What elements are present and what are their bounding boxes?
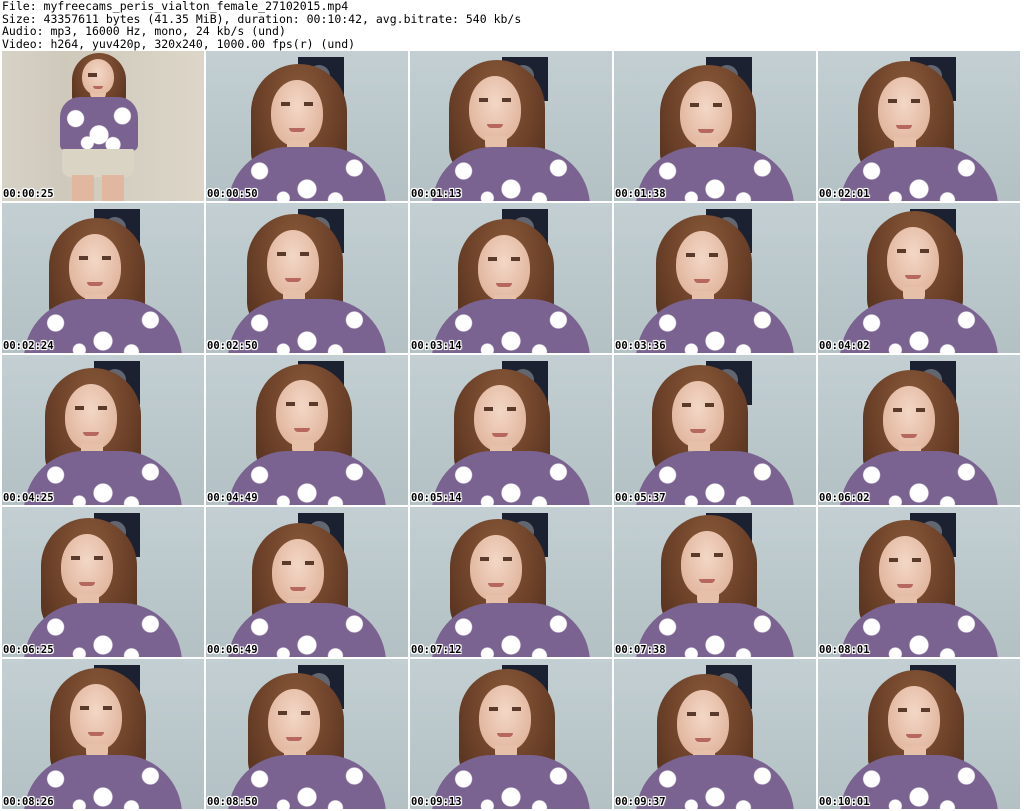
video-thumbnail: 00:07:12 <box>410 507 612 657</box>
frame-image <box>2 51 204 201</box>
frame-image <box>410 51 612 201</box>
frame-image <box>206 203 408 353</box>
timestamp-label: 00:00:25 <box>3 188 54 200</box>
timestamp-label: 00:01:38 <box>615 188 666 200</box>
timestamp-label: 00:06:49 <box>207 644 258 656</box>
video-thumbnail: 00:04:25 <box>2 355 204 505</box>
video-thumbnail: 00:00:25 <box>2 51 204 201</box>
timestamp-label: 00:06:02 <box>819 492 870 504</box>
timestamp-label: 00:06:25 <box>3 644 54 656</box>
frame-image <box>818 659 1020 809</box>
timestamp-label: 00:04:02 <box>819 340 870 352</box>
video-thumbnail: 00:08:01 <box>818 507 1020 657</box>
frame-image <box>2 659 204 809</box>
video-thumbnail: 00:05:14 <box>410 355 612 505</box>
frame-image <box>614 203 816 353</box>
video-thumbnail: 00:03:36 <box>614 203 816 353</box>
timestamp-label: 00:09:37 <box>615 796 666 808</box>
frame-image <box>2 507 204 657</box>
timestamp-label: 00:07:12 <box>411 644 462 656</box>
video-thumbnail: 00:07:38 <box>614 507 816 657</box>
frame-image <box>2 355 204 505</box>
frame-image <box>206 507 408 657</box>
frame-image <box>818 51 1020 201</box>
frame-image <box>410 659 612 809</box>
file-name-line: File: myfreecams_peris_vialton_female_27… <box>2 0 349 13</box>
frame-image <box>818 507 1020 657</box>
video-thumbnail: 00:09:37 <box>614 659 816 809</box>
video-thumbnail: 00:02:01 <box>818 51 1020 201</box>
frame-image <box>614 507 816 657</box>
timestamp-label: 00:03:14 <box>411 340 462 352</box>
video-thumbnail: 00:08:26 <box>2 659 204 809</box>
video-thumbnail: 00:00:50 <box>206 51 408 201</box>
timestamp-label: 00:00:50 <box>207 188 258 200</box>
timestamp-label: 00:03:36 <box>615 340 666 352</box>
video-thumbnail: 00:10:01 <box>818 659 1020 809</box>
video-thumbnail: 00:04:49 <box>206 355 408 505</box>
timestamp-label: 00:04:49 <box>207 492 258 504</box>
frame-image <box>818 203 1020 353</box>
video-thumbnail: 00:03:14 <box>410 203 612 353</box>
timestamp-label: 00:09:13 <box>411 796 462 808</box>
video-thumbnail: 00:02:24 <box>2 203 204 353</box>
video-thumbnail: 00:05:37 <box>614 355 816 505</box>
frame-image <box>614 51 816 201</box>
timestamp-label: 00:08:01 <box>819 644 870 656</box>
video-thumbnail: 00:04:02 <box>818 203 1020 353</box>
video-thumbnail: 00:06:49 <box>206 507 408 657</box>
video-info-header: File: myfreecams_peris_vialton_female_27… <box>2 0 1022 50</box>
timestamp-label: 00:10:01 <box>819 796 870 808</box>
timestamp-label: 00:02:24 <box>3 340 54 352</box>
video-thumbnail: 00:02:50 <box>206 203 408 353</box>
timestamp-label: 00:05:37 <box>615 492 666 504</box>
frame-image <box>206 355 408 505</box>
video-thumbnail: 00:01:13 <box>410 51 612 201</box>
timestamp-label: 00:04:25 <box>3 492 54 504</box>
video-thumbnail: 00:09:13 <box>410 659 612 809</box>
timestamp-label: 00:02:01 <box>819 188 870 200</box>
video-thumbnail: 00:06:25 <box>2 507 204 657</box>
timestamp-label: 00:08:26 <box>3 796 54 808</box>
frame-image <box>2 203 204 353</box>
frame-image <box>614 659 816 809</box>
frame-image <box>206 659 408 809</box>
audio-info-line: Audio: mp3, 16000 Hz, mono, 24 kb/s (und… <box>2 24 286 38</box>
video-thumbnail: 00:01:38 <box>614 51 816 201</box>
timestamp-label: 00:08:50 <box>207 796 258 808</box>
timestamp-label: 00:02:50 <box>207 340 258 352</box>
thumbnail-grid: 00:00:25 00:00:50 00:01:13 00:01:38 00:02:01… <box>2 51 1020 809</box>
timestamp-label: 00:05:14 <box>411 492 462 504</box>
video-thumbnail: 00:08:50 <box>206 659 408 809</box>
frame-image <box>818 355 1020 505</box>
frame-image <box>410 355 612 505</box>
frame-image <box>614 355 816 505</box>
timestamp-label: 00:07:38 <box>615 644 666 656</box>
video-thumbnail: 00:06:02 <box>818 355 1020 505</box>
timestamp-label: 00:01:13 <box>411 188 462 200</box>
frame-image <box>410 507 612 657</box>
video-info-line: Video: h264, yuv420p, 320x240, 1000.00 f… <box>2 36 356 51</box>
frame-image <box>410 203 612 353</box>
frame-image <box>206 51 408 201</box>
